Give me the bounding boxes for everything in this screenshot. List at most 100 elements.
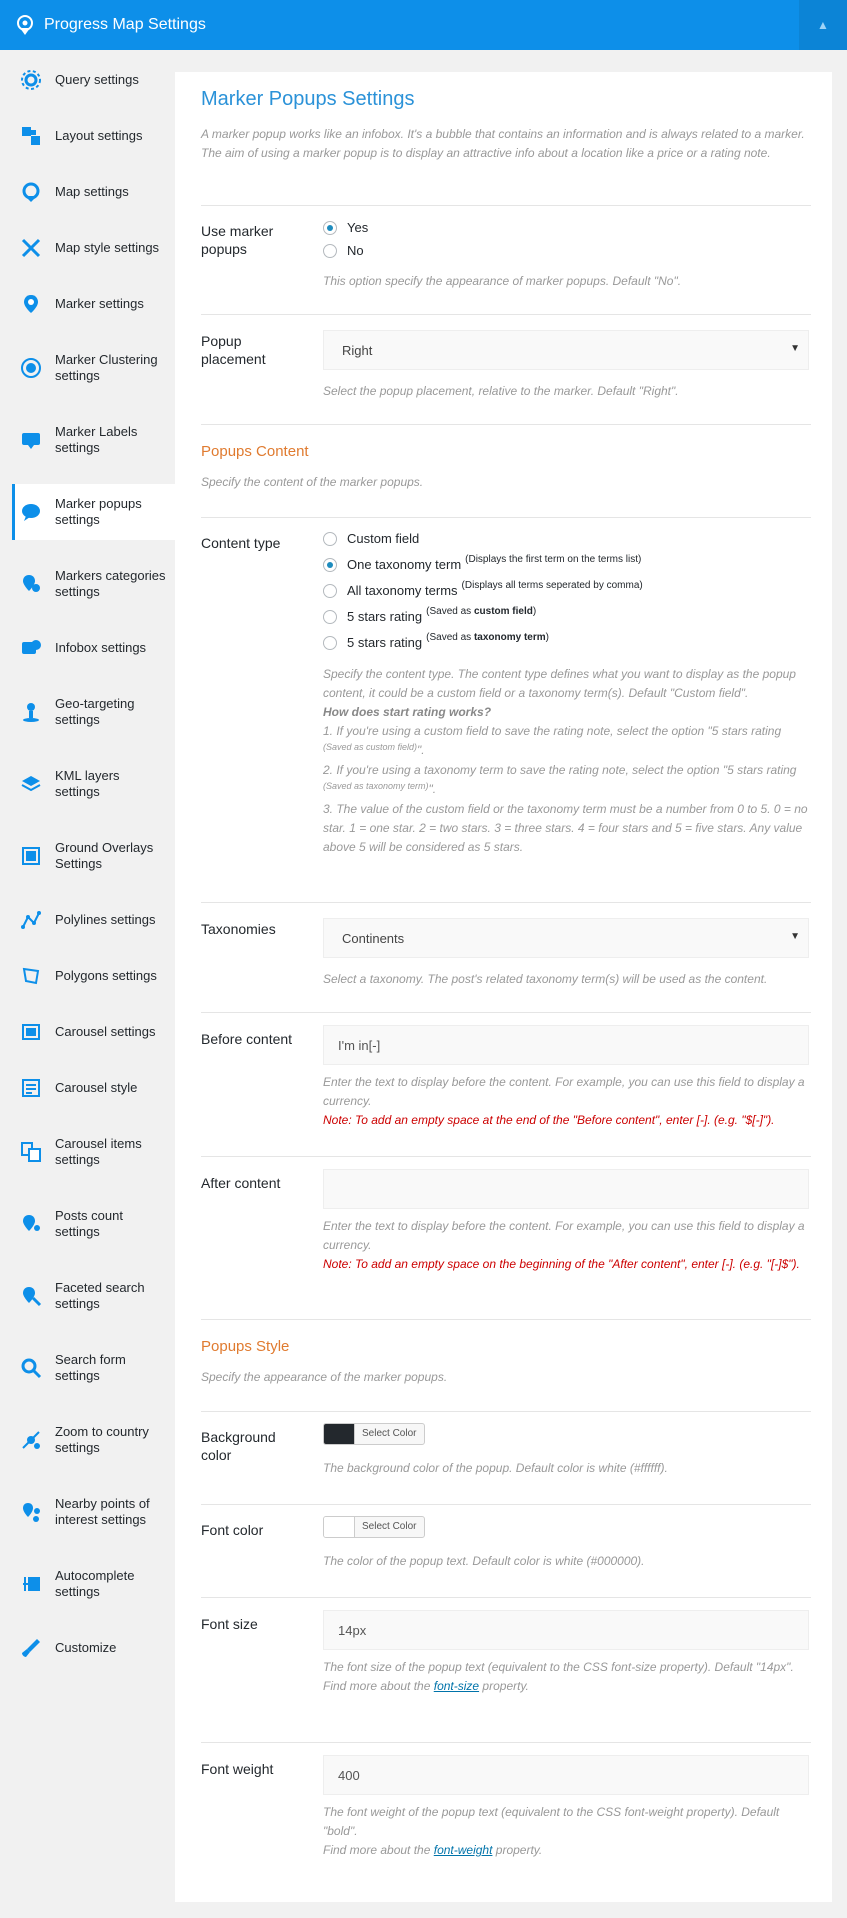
sidebar-item-label: Zoom to country settings: [55, 1424, 149, 1455]
taxonomies-label: Taxonomies: [201, 921, 276, 937]
font-size-input[interactable]: 14px: [323, 1610, 809, 1650]
sidebar-item-label: Map style settings: [55, 240, 160, 255]
taxonomies-desc: Select a taxonomy. The post's related ta…: [323, 972, 768, 986]
sidebar-item-geo-targeting-settings[interactable]: Geo-targeting settings: [12, 684, 175, 740]
bg-color-label: Background color: [201, 1429, 276, 1463]
font-weight-link[interactable]: font-weight: [434, 1843, 493, 1857]
sidebar-item-posts-count-settings[interactable]: Posts count settings: [12, 1196, 175, 1252]
sidebar-item-kml-layers-settings[interactable]: KML layers settings: [12, 756, 175, 812]
sidebar-item-polygons-settings[interactable]: Polygons settings: [12, 956, 175, 996]
content-type-option[interactable]: One taxonomy term (Displays the first te…: [323, 554, 641, 572]
popup-icon: [22, 504, 40, 521]
sidebar-item-zoom-to-country-settings[interactable]: Zoom to country settings: [12, 1412, 175, 1468]
sidebar-item-markers-categories-settings[interactable]: Markers categories settings: [12, 556, 175, 612]
sidebar-item-marker-labels-settings[interactable]: Marker Labels settings: [12, 412, 175, 468]
placement-desc: Select the popup placement, relative to …: [323, 384, 679, 398]
logo-icon: [17, 15, 33, 35]
settings-panel: Marker Popups Settings A marker popup wo…: [175, 72, 832, 1902]
sidebar-item-map-settings[interactable]: Map settings: [12, 172, 175, 212]
sidebar-item-infobox-settings[interactable]: Infobox settings: [12, 628, 175, 668]
before-content-input[interactable]: I'm in[-]: [323, 1025, 809, 1065]
after-content-label: After content: [201, 1175, 281, 1191]
sidebar-item-map-style-settings[interactable]: Map style settings: [12, 228, 175, 268]
map-gear-icon: [22, 182, 40, 202]
sidebar-item-customize[interactable]: Customize: [12, 1628, 175, 1668]
radio-button[interactable]: [323, 609, 337, 624]
sidebar-item-search-form-settings[interactable]: Search form settings: [12, 1340, 175, 1396]
sidebar-item-marker-popups-settings[interactable]: Marker popups settings: [12, 484, 175, 540]
after-content-input[interactable]: [323, 1169, 809, 1209]
section-popups-content-desc: Specify the content of the marker popups…: [201, 475, 424, 489]
select-color-label: Select Color: [354, 1517, 416, 1537]
sidebar-item-label: Faceted search settings: [55, 1280, 145, 1311]
sidebar-item-label: Map settings: [55, 184, 129, 199]
desc-note: Note: To add an empty space on the begin…: [323, 1257, 800, 1271]
divider: [201, 1012, 811, 1013]
use-popups-desc: This option specify the appearance of ma…: [323, 274, 682, 288]
sidebar-item-carousel-settings[interactable]: Carousel settings: [12, 1012, 175, 1052]
radio-no[interactable]: No: [323, 243, 364, 258]
sidebar-item-faceted-search-settings[interactable]: Faceted search settings: [12, 1268, 175, 1324]
radio-yes[interactable]: Yes: [323, 220, 368, 235]
caret-down-icon: ▼: [790, 931, 800, 942]
desc-step-2: 2. If you're using a taxonomy term to sa…: [323, 763, 797, 796]
sidebar-item-label: Carousel items settings: [55, 1136, 142, 1167]
sidebar-item-label: Ground Overlays Settings: [55, 840, 154, 871]
sidebar-item-carousel-style[interactable]: Carousel style: [12, 1068, 175, 1108]
content-type-option[interactable]: All taxonomy terms (Displays all terms s…: [323, 580, 643, 598]
sidebar-item-label: Carousel style: [55, 1080, 138, 1095]
sidebar-item-label: Customize: [55, 1640, 117, 1655]
content-type-label: Content type: [201, 535, 281, 551]
sidebar-item-layout-settings[interactable]: Layout settings: [12, 116, 175, 156]
marker-category-icon: [23, 575, 40, 592]
sidebar-item-label: Marker settings: [55, 296, 144, 311]
divider: [201, 314, 811, 315]
sidebar-item-polylines-settings[interactable]: Polylines settings: [12, 900, 175, 940]
faceted-search-icon: [23, 1287, 42, 1307]
sidebar-item-marker-clustering-settings[interactable]: Marker Clustering settings: [12, 340, 175, 396]
sidebar-item-label: Nearby points of interest settings: [55, 1496, 150, 1527]
content-type-option[interactable]: 5 stars rating (Saved as taxonomy term): [323, 632, 549, 650]
desc-main: Specify the content type. The content ty…: [323, 667, 796, 700]
content-type-option[interactable]: 5 stars rating (Saved as custom field): [323, 606, 536, 624]
radio-button[interactable]: [323, 635, 337, 650]
bg-color-picker-button[interactable]: Select Color: [323, 1423, 425, 1445]
taxonomies-select[interactable]: Continents ▼: [323, 918, 809, 958]
before-content-desc: Enter the text to display before the con…: [323, 1073, 811, 1130]
radio-button[interactable]: [323, 583, 337, 598]
geo-target-icon: [23, 703, 39, 722]
placement-value: Right: [342, 343, 373, 358]
sidebar-item-ground-overlays-settings[interactable]: Ground Overlays Settings: [12, 828, 175, 884]
sidebar-item-autocomplete-settings[interactable]: Autocomplete settings: [12, 1556, 175, 1612]
radio-button[interactable]: [323, 243, 337, 258]
sidebar-item-query-settings[interactable]: Query settings: [12, 60, 175, 100]
sidebar-item-carousel-items-settings[interactable]: Carousel items settings: [12, 1124, 175, 1180]
radio-button[interactable]: [323, 531, 337, 546]
bg-color-swatch: [324, 1424, 354, 1444]
desc-heading: How does start rating works?: [323, 705, 492, 719]
caret-down-icon: ▼: [790, 343, 800, 354]
font-size-link[interactable]: font-size: [434, 1679, 479, 1693]
carousel-icon: [22, 1024, 40, 1040]
font-size-label: Font size: [201, 1616, 258, 1632]
sidebar-item-nearby-points-of-interest-settings[interactable]: Nearby points of interest settings: [12, 1484, 175, 1540]
desc-text: The font size of the popup text (equival…: [323, 1660, 794, 1674]
divider: [201, 1319, 811, 1320]
polygon-icon: [22, 967, 40, 985]
infobox-icon: [22, 640, 41, 654]
sidebar-item-marker-settings[interactable]: Marker settings: [12, 284, 175, 324]
font-weight-input[interactable]: 400: [323, 1755, 809, 1795]
gear-icon: [21, 70, 41, 90]
radio-button[interactable]: [323, 557, 337, 572]
font-weight-desc: The font weight of the popup text (equiv…: [323, 1803, 811, 1860]
font-color-desc: The color of the popup text. Default col…: [323, 1554, 645, 1568]
radio-label: All taxonomy terms: [347, 583, 458, 598]
select-color-label: Select Color: [354, 1424, 416, 1444]
content-type-option[interactable]: Custom field: [323, 531, 419, 546]
font-color-picker-button[interactable]: Select Color: [323, 1516, 425, 1538]
radio-button[interactable]: [323, 220, 337, 235]
option-note: (Displays all terms seperated by comma): [461, 580, 643, 591]
collapse-button[interactable]: ▲: [799, 0, 847, 50]
placement-select[interactable]: Right ▼: [323, 330, 809, 370]
sidebar-item-label: Polygons settings: [55, 968, 157, 983]
